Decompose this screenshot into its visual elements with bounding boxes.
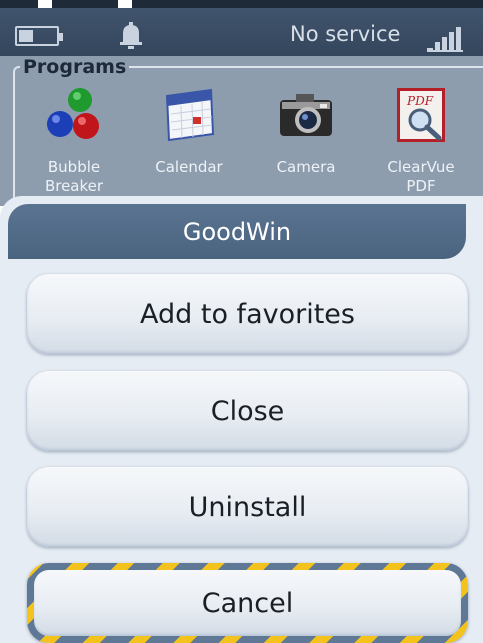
programs-panel: Programs Bubble Breaker Calendar Camera … [0, 56, 483, 208]
dialog-title: GoodWin [182, 217, 292, 246]
button-label: Add to favorites [140, 298, 355, 330]
button-label: Close [210, 395, 285, 427]
program-calendar[interactable]: Calendar [139, 86, 239, 177]
close-button[interactable]: Close [27, 371, 468, 451]
bubble-breaker-icon [44, 86, 104, 146]
dialog-header: GoodWin [8, 204, 466, 259]
top-accent-bar [0, 0, 483, 8]
program-label: Camera [276, 158, 336, 176]
accent-tick [38, 0, 52, 8]
program-clearvue-pdf[interactable]: PDF ClearVue PDF [371, 86, 471, 196]
programs-title: Programs [20, 56, 130, 78]
service-status: No service [290, 22, 401, 46]
add-to-favorites-button[interactable]: Add to favorites [27, 274, 468, 354]
accent-tick [118, 0, 132, 8]
calendar-icon [159, 86, 219, 146]
svg-text:PDF: PDF [406, 94, 434, 108]
cancel-button[interactable]: Cancel [27, 563, 468, 643]
camera-icon [276, 86, 336, 146]
status-bar: No service [0, 8, 483, 56]
program-label: Bubble Breaker [44, 158, 104, 195]
uninstall-button[interactable]: Uninstall [27, 467, 468, 547]
battery-icon [15, 26, 63, 46]
program-bubble-breaker[interactable]: Bubble Breaker [24, 86, 124, 196]
pdf-icon: PDF [391, 86, 451, 146]
button-label: Cancel [201, 587, 294, 619]
bell-icon [120, 22, 142, 49]
program-camera[interactable]: Camera [256, 86, 356, 177]
app-context-menu: GoodWin Add to favorites Close Uninstall… [0, 196, 483, 643]
button-label: Uninstall [188, 491, 307, 523]
signal-icon [427, 27, 463, 52]
program-label: Calendar [155, 158, 223, 176]
program-label: ClearVue PDF [387, 158, 455, 195]
